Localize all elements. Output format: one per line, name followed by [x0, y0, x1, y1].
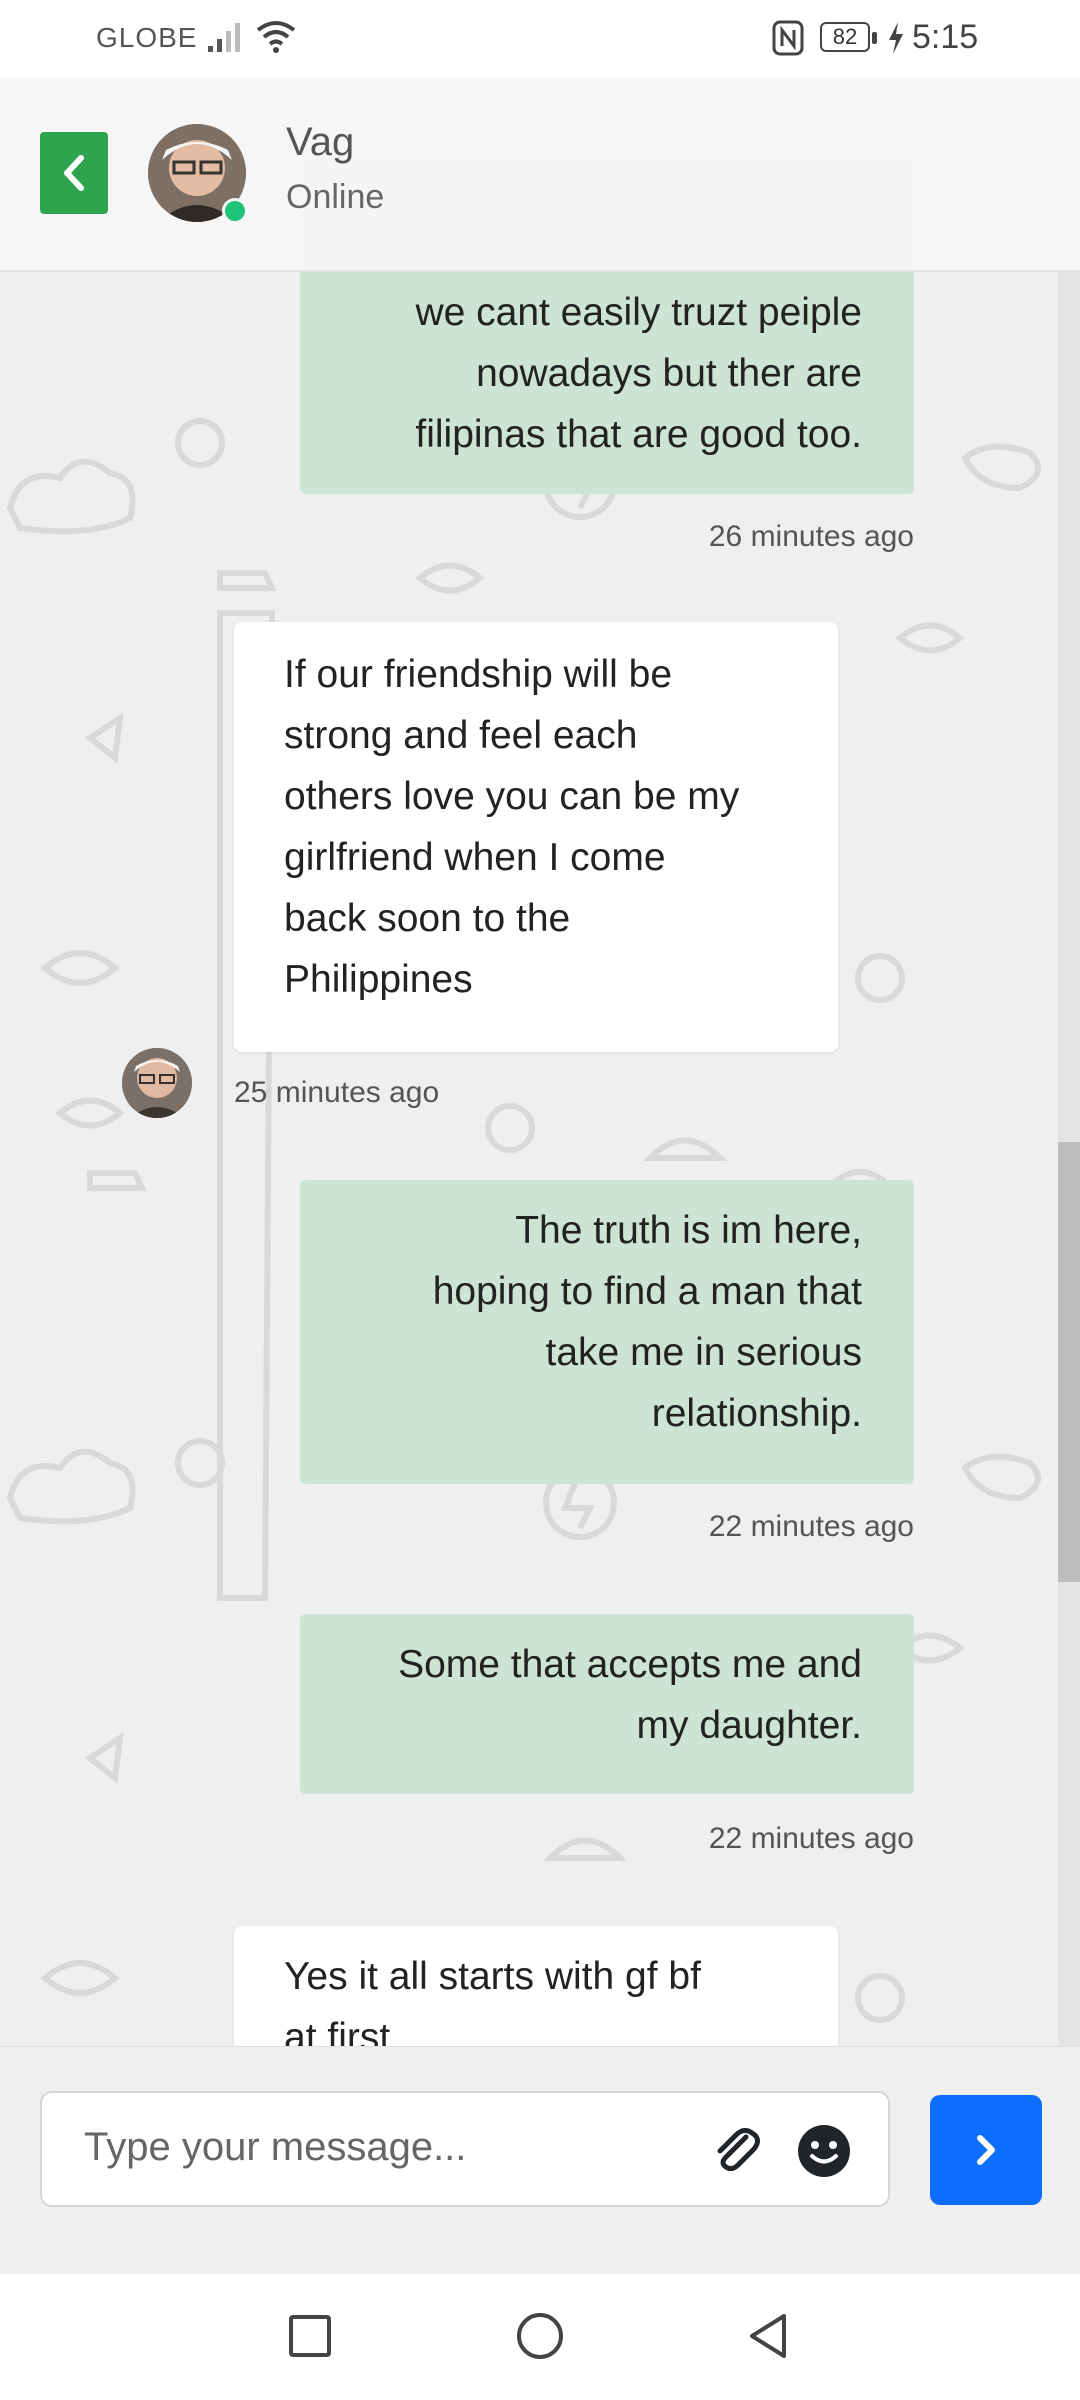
message-bubble-incoming[interactable]: Yes it all starts with gf bf at first: [234, 1926, 838, 2046]
wifi-icon: [256, 21, 296, 53]
message-bubble-outgoing[interactable]: The truth is im here, hoping to find a m…: [300, 1180, 914, 1484]
paperclip-icon[interactable]: [706, 2121, 766, 2181]
contact-status: Online: [286, 178, 385, 216]
message-line: hoping to find a man that: [432, 1270, 862, 1313]
message-line: The truth is im here,: [515, 1209, 862, 1252]
message-line: Philippines: [284, 958, 473, 1001]
sender-avatar[interactable]: [122, 1048, 192, 1118]
message-timestamp: 22 minutes ago: [708, 1822, 914, 1855]
message-line: girlfriend when I come: [284, 836, 666, 879]
contact-name: Vag: [286, 120, 355, 164]
message-input[interactable]: Type your message...: [40, 2091, 890, 2207]
message-line: filipinas that are good too.: [415, 413, 862, 456]
message-placeholder: Type your message...: [84, 2125, 467, 2169]
chat-area[interactable]: we cant easily truzt peiple nowadays but…: [0, 78, 1080, 2046]
chat-header: Vag Online: [0, 78, 1080, 272]
charging-icon: [889, 22, 903, 54]
message-timestamp: 26 minutes ago: [708, 520, 914, 553]
scrollbar-thumb[interactable]: [1058, 1142, 1080, 1582]
message-bubble-incoming[interactable]: If our friendship will be strong and fee…: [234, 622, 838, 1052]
message-line: back soon to the: [284, 897, 571, 940]
message-timestamp: 25 minutes ago: [234, 1076, 440, 1109]
back-button[interactable]: [40, 132, 108, 214]
message-line: others love you can be my: [284, 775, 740, 818]
carrier-label: GLOBE: [96, 22, 198, 53]
message-line: at first: [284, 2016, 391, 2046]
nfc-icon: [772, 20, 804, 56]
message-line: Some that accepts me and: [398, 1643, 862, 1686]
signal-icon: [208, 23, 240, 52]
message-line: strong and feel each: [284, 714, 638, 757]
avatar-image: [122, 1048, 192, 1118]
message-line: If our friendship will be: [284, 653, 673, 696]
clock: 5:15: [912, 18, 979, 56]
message-line: take me in serious: [545, 1331, 862, 1374]
system-nav-bar: [0, 2274, 1080, 2400]
status-bar: GLOBE 82 5:15: [0, 0, 1080, 78]
message-line: my daughter.: [636, 1704, 862, 1747]
smiley-icon[interactable]: [794, 2121, 854, 2181]
triangle-back-icon[interactable]: [746, 2312, 790, 2360]
message-composer: Type your message...: [0, 2046, 1080, 2275]
chevron-right-icon: [977, 2135, 995, 2165]
chevron-left-icon: [64, 155, 84, 191]
message-line: nowadays but ther are: [476, 352, 862, 395]
circle-icon[interactable]: [516, 2312, 564, 2360]
message-timestamp: 22 minutes ago: [708, 1510, 914, 1543]
message-bubble-outgoing[interactable]: Some that accepts me and my daughter.: [300, 1614, 914, 1794]
online-indicator: [222, 198, 248, 224]
message-line: Yes it all starts with gf bf: [284, 1955, 701, 1998]
message-line: relationship.: [651, 1392, 862, 1435]
send-button[interactable]: [930, 2095, 1042, 2205]
message-line: we cant easily truzt peiple: [415, 291, 862, 334]
battery-icon: 82: [820, 20, 880, 56]
battery-level: 82: [820, 22, 870, 52]
square-icon[interactable]: [288, 2314, 332, 2358]
